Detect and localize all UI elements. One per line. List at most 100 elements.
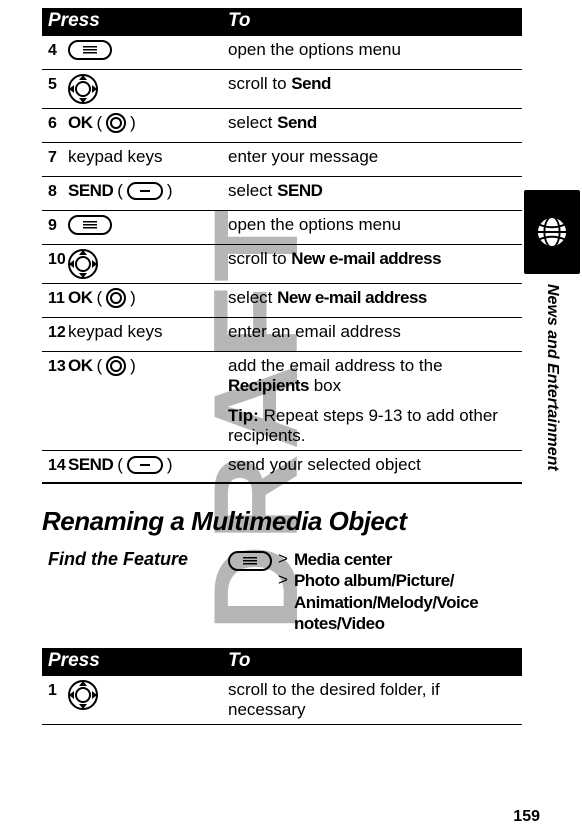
action-text: add the email address to the xyxy=(228,356,443,375)
table-row: 8 SEND () select SEND xyxy=(42,177,522,211)
menu-key-icon xyxy=(68,215,112,235)
step-action: scroll to the desired folder, if necessa… xyxy=(228,680,522,720)
paren: ) xyxy=(130,356,136,376)
table-row: 4 open the options menu xyxy=(42,36,522,70)
step-press: keypad keys xyxy=(68,147,228,167)
ok-label: OK xyxy=(68,288,93,308)
action-target: New e-mail address xyxy=(291,249,441,268)
paren: ( xyxy=(97,356,103,376)
step-press: keypad keys xyxy=(68,322,228,342)
action-target: New e-mail address xyxy=(277,288,427,307)
step-press: SEND () xyxy=(68,181,228,201)
side-tab-icon-box xyxy=(524,190,580,274)
step-press xyxy=(68,249,228,279)
step-action: enter your message xyxy=(228,147,522,167)
center-key-icon xyxy=(106,288,126,308)
step-action: select SEND xyxy=(228,181,522,201)
step-press: OK () xyxy=(68,288,228,308)
action-text: scroll to xyxy=(228,249,291,268)
paren: ) xyxy=(130,288,136,308)
menu-key-icon xyxy=(68,40,112,60)
table2-header: Press To xyxy=(42,648,522,676)
step-action: scroll to New e-mail address xyxy=(228,249,522,269)
softkey-icon xyxy=(127,182,163,200)
action-target: SEND xyxy=(277,181,322,200)
find-feature-path: > Media center > Photo album/Picture/ An… xyxy=(228,549,522,634)
table1-header-to: To xyxy=(228,10,522,32)
send-label: SEND xyxy=(68,455,113,475)
step-press xyxy=(68,680,228,710)
step-number: 7 xyxy=(48,147,68,167)
send-label: SEND xyxy=(68,181,113,201)
softkey-icon xyxy=(127,456,163,474)
step-action: add the email address to the Recipients … xyxy=(228,356,522,446)
side-tab: News and Entertainment xyxy=(522,190,582,600)
press-text: keypad keys xyxy=(68,322,163,342)
side-tab-label: News and Entertainment xyxy=(543,284,561,471)
find-feature-label: Find the Feature xyxy=(48,549,228,570)
find-feature-row: Find the Feature > Media center > Photo … xyxy=(42,549,522,648)
step-action: open the options menu xyxy=(228,40,522,60)
table-row: 5 scroll to Send xyxy=(42,70,522,109)
step-press xyxy=(68,215,228,235)
paren: ( xyxy=(117,455,123,475)
step-press: SEND () xyxy=(68,455,228,475)
ok-label: OK xyxy=(68,356,93,376)
tip-text: Repeat steps 9-13 to add other recipient… xyxy=(228,406,498,445)
step-number: 10 xyxy=(48,249,68,269)
step-action: select New e-mail address xyxy=(228,288,522,308)
path-segment: Photo album/Picture/ Animation/Melody/Vo… xyxy=(294,570,478,634)
step-action: select Send xyxy=(228,113,522,133)
page-content: Press To 4 open the options menu 5 scrol… xyxy=(0,0,582,725)
step-action: send your selected object xyxy=(228,455,522,475)
path-gt: > xyxy=(278,570,290,590)
ok-label: OK xyxy=(68,113,93,133)
table1-header-press: Press xyxy=(48,10,228,32)
table-row: 10 scroll to New e-mail address xyxy=(42,245,522,284)
action-text: select xyxy=(228,181,277,200)
center-key-icon xyxy=(106,356,126,376)
nav-key-icon xyxy=(68,249,98,279)
table-row: 13 OK () add the email address to the Re… xyxy=(42,352,522,451)
action-text: select xyxy=(228,288,277,307)
step-number: 5 xyxy=(48,74,68,94)
press-text: keypad keys xyxy=(68,147,163,167)
table-row: 6 OK () select Send xyxy=(42,109,522,143)
section-heading: Renaming a Multimedia Object xyxy=(42,506,522,537)
path-segment: Media center xyxy=(294,549,392,570)
step-action: enter an email address xyxy=(228,322,522,342)
action-text: select xyxy=(228,113,277,132)
center-key-icon xyxy=(106,113,126,133)
table2-header-press: Press xyxy=(48,650,228,672)
step-press: OK () xyxy=(68,356,228,376)
table-row: 12 keypad keys enter an email address xyxy=(42,318,522,352)
nav-key-icon xyxy=(68,680,98,710)
path-gt: > xyxy=(278,549,290,569)
step-number: 1 xyxy=(48,680,68,700)
step-action: scroll to Send xyxy=(228,74,522,94)
step-number: 12 xyxy=(48,322,68,342)
step-press: OK () xyxy=(68,113,228,133)
tip-label: Tip: xyxy=(228,406,259,425)
step-number: 14 xyxy=(48,455,68,475)
nav-key-icon xyxy=(68,74,98,104)
step-number: 13 xyxy=(48,356,68,376)
paren: ) xyxy=(167,455,173,475)
table1-header: Press To xyxy=(42,8,522,36)
paren: ) xyxy=(130,113,136,133)
step-number: 4 xyxy=(48,40,68,60)
step-press xyxy=(68,40,228,60)
table-row: 14 SEND () send your selected object xyxy=(42,450,522,484)
action-target: Recipients xyxy=(228,376,309,395)
step-action: open the options menu xyxy=(228,215,522,235)
action-target: Send xyxy=(291,74,331,93)
menu-key-icon xyxy=(228,551,272,571)
paren: ( xyxy=(97,288,103,308)
page-number: 159 xyxy=(513,808,540,826)
step-number: 8 xyxy=(48,181,68,201)
step-press xyxy=(68,74,228,104)
table-row: 7 keypad keys enter your message xyxy=(42,143,522,177)
table-row: 1 scroll to the desired folder, if neces… xyxy=(42,676,522,725)
globe-icon xyxy=(533,213,571,251)
table-row: 9 open the options menu xyxy=(42,211,522,245)
